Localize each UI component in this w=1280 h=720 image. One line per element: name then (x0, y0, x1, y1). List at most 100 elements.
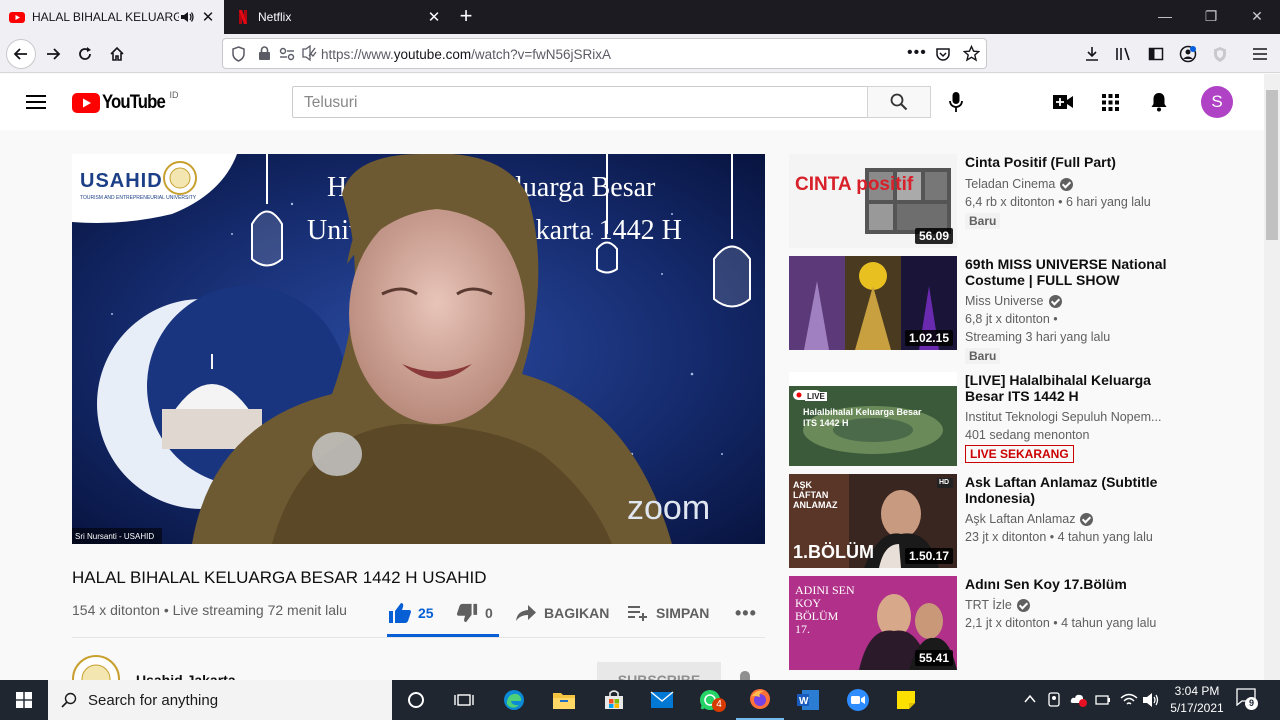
usahid-logo: USAHID TOURISM AND ENTREPRENEURIAL UNIVE… (80, 160, 200, 206)
taskbar-search-input[interactable]: Search for anything (48, 680, 392, 720)
recommendation-item[interactable]: AŞK LAFTAN ANLAMAZ 1.BÖLÜM HD 1.50.17 Ask … (789, 474, 1169, 568)
battery-plug-icon[interactable] (1095, 693, 1111, 707)
show-logo: AŞK LAFTAN ANLAMAZ (793, 480, 838, 510)
recommendation-title[interactable]: [LIVE] Halalbihalal Keluarga Besar ITS 1… (965, 372, 1169, 404)
mail-icon[interactable] (638, 680, 686, 720)
apps-grid-icon[interactable] (1102, 94, 1119, 111)
store-icon[interactable] (590, 680, 638, 720)
channel-name[interactable]: TRT İzle (965, 596, 1012, 614)
address-bar[interactable]: https://www.youtube.com/watch?v=fwN56jSR… (222, 38, 987, 69)
recommendation-title[interactable]: Ask Laftan Anlamaz (Subtitle Indonesia) (965, 474, 1169, 506)
view-count: 2,1 jt x ditonton • 4 tahun yang lalu (965, 616, 1157, 630)
cortana-icon[interactable] (392, 680, 440, 720)
word-icon[interactable]: W (784, 680, 832, 720)
onedrive-error-icon[interactable] (1070, 692, 1088, 708)
avatar[interactable]: S (1201, 86, 1233, 118)
recommendation-item[interactable]: CINTA positif 56.09 Cinta Positif (Full … (789, 154, 1169, 248)
thumbs-down-icon (456, 603, 478, 623)
channel-bell-icon[interactable] (737, 670, 753, 680)
create-video-icon[interactable] (1053, 94, 1073, 110)
task-view-icon[interactable] (440, 680, 488, 720)
recommendation-item[interactable]: LIVE Halalbihalal Keluarga Besar ITS 144… (789, 372, 1169, 466)
close-tab-icon[interactable]: ✕ (424, 8, 444, 26)
video-duration: 1.02.15 (904, 330, 953, 346)
video-title: HALAL BIHALAL KELUARGA BESAR 1442 H USAH… (72, 568, 487, 587)
home-icon[interactable] (104, 41, 130, 67)
back-icon[interactable] (6, 39, 36, 69)
video-player[interactable]: Halal Bihalal Keluarga Besar Universitas… (72, 154, 765, 544)
close-tab-icon[interactable]: ✕ (198, 8, 218, 26)
autoplay-blocked-icon[interactable] (300, 45, 317, 62)
downloads-icon[interactable] (1079, 41, 1105, 67)
tab-youtube[interactable]: HALAL BIHALAL KELUARGA BESAR 1442 H USAH… (0, 0, 224, 34)
volume-icon[interactable] (1142, 692, 1160, 708)
recommendation-title[interactable]: Cinta Positif (Full Part) (965, 154, 1169, 170)
action-center-icon[interactable]: 9 (1236, 688, 1260, 712)
youtube-logo[interactable]: YouTube ID (72, 90, 178, 115)
channel-name[interactable]: Institut Teknologi Sepuluh Nopem... (965, 408, 1161, 426)
page-actions-icon[interactable]: ••• (907, 44, 927, 62)
search-input[interactable]: Telusuri (292, 86, 868, 118)
restore-icon[interactable]: ❐ (1188, 0, 1234, 34)
verified-check-icon (1060, 177, 1074, 191)
like-button[interactable]: 25 (388, 601, 434, 625)
tab-netflix[interactable]: Netflix ✕ (226, 0, 450, 34)
share-button[interactable]: BAGIKAN (515, 601, 609, 625)
subscribe-button[interactable]: SUBSCRIBE (597, 662, 721, 680)
video-thumbnail[interactable]: LIVE Halalbihalal Keluarga Besar ITS 144… (789, 372, 957, 466)
tab-title: HALAL BIHALAL KELUARGA BESAR 1442 H USAH… (32, 10, 179, 24)
firefox-icon[interactable] (736, 680, 784, 720)
browser-tab-bar: HALAL BIHALAL KELUARGA BESAR 1442 H USAH… (0, 0, 1280, 34)
extension-shield-icon[interactable] (1207, 41, 1233, 67)
minimize-icon[interactable]: — (1142, 0, 1188, 34)
library-icon[interactable] (1111, 41, 1137, 67)
window-close-icon[interactable]: ✕ (1234, 0, 1280, 34)
new-badge: Baru (965, 213, 1001, 229)
new-tab-button[interactable]: + (455, 5, 477, 28)
video-thumbnail[interactable]: CINTA positif 56.09 (789, 154, 957, 248)
forward-icon[interactable] (40, 41, 66, 67)
hamburger-menu-icon[interactable] (26, 94, 46, 110)
video-thumbnail[interactable]: ADINI SEN KOY BÖLÜM 17. 55.41 (789, 576, 957, 670)
channel-name[interactable]: Aşk Laftan Anlamaz (965, 510, 1075, 528)
microphone-icon[interactable] (948, 91, 964, 113)
channel-name[interactable]: Usahid Jakarta (136, 672, 236, 680)
pocket-icon[interactable] (935, 46, 951, 62)
recommendation-title[interactable]: Adını Sen Koy 17.Bölüm (965, 576, 1169, 592)
start-button[interactable] (0, 680, 48, 720)
more-actions-icon[interactable]: ••• (735, 601, 757, 625)
video-thumbnail[interactable]: 1.02.15 (789, 256, 957, 350)
edge-icon[interactable] (490, 680, 538, 720)
audio-playing-icon[interactable] (179, 9, 195, 25)
lock-icon[interactable] (258, 46, 271, 61)
channel-avatar[interactable] (72, 655, 120, 680)
system-clock[interactable]: 3:04 PM 5/17/2021 (1166, 683, 1228, 717)
recommendation-item[interactable]: 1.02.15 69th MISS UNIVERSE National Cost… (789, 256, 1169, 364)
channel-name[interactable]: Miss Universe (965, 292, 1044, 310)
whatsapp-icon[interactable]: 4 (686, 680, 734, 720)
video-thumbnail[interactable]: AŞK LAFTAN ANLAMAZ 1.BÖLÜM HD 1.50.17 (789, 474, 957, 568)
file-explorer-icon[interactable] (540, 680, 588, 720)
dislike-button[interactable]: 0 (456, 601, 493, 625)
bookmark-star-icon[interactable] (963, 45, 980, 62)
show-hidden-icons-icon[interactable] (1024, 694, 1036, 704)
verified-check-icon (1048, 294, 1062, 308)
account-icon[interactable] (1175, 41, 1201, 67)
speaker-name: Sri Nursanti - USAHID (75, 532, 154, 541)
app-menu-icon[interactable] (1247, 41, 1273, 67)
save-button[interactable]: SIMPAN (628, 601, 709, 625)
meet-now-icon[interactable] (1048, 692, 1062, 708)
recommendation-title[interactable]: 69th MISS UNIVERSE National Costume | FU… (965, 256, 1169, 288)
permissions-icon[interactable] (279, 47, 295, 61)
tracking-shield-icon[interactable] (231, 46, 246, 62)
channel-name[interactable]: Teladan Cinema (965, 175, 1055, 193)
scrollbar-thumb[interactable] (1266, 90, 1278, 240)
sidebar-icon[interactable] (1143, 41, 1169, 67)
recommendation-item[interactable]: ADINI SEN KOY BÖLÜM 17. 55.41 Adını Sen … (789, 576, 1169, 670)
notifications-bell-icon[interactable] (1150, 92, 1168, 112)
zoom-icon[interactable] (834, 680, 882, 720)
sticky-notes-icon[interactable] (882, 680, 930, 720)
reload-icon[interactable] (72, 41, 98, 67)
wifi-icon[interactable] (1120, 692, 1138, 708)
search-button[interactable] (867, 86, 931, 118)
